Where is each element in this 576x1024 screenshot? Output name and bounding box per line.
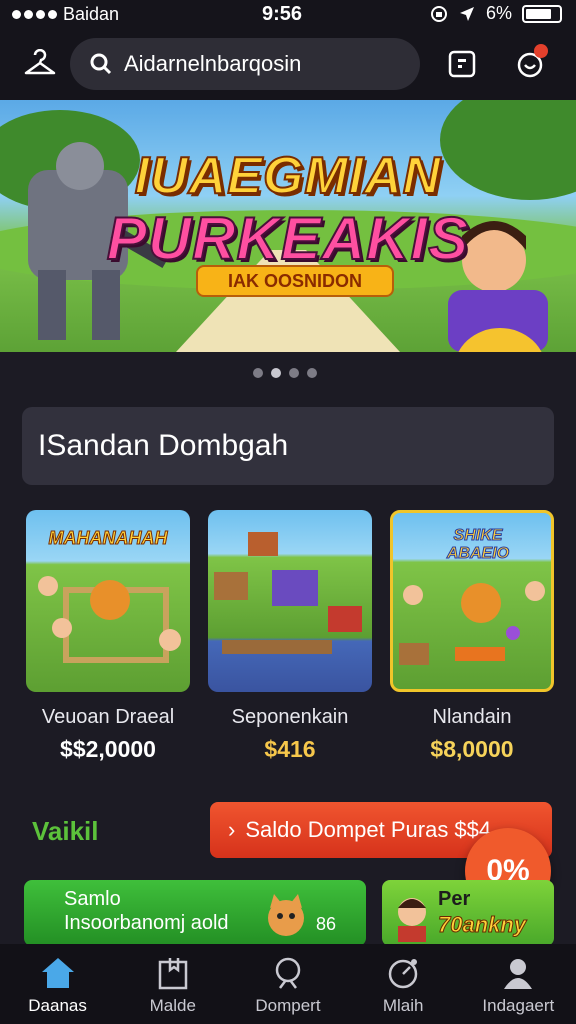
cat-mascot-icon [268,894,304,936]
game-thumbnail[interactable]: MAHANAHAH [26,510,190,692]
carrier-name: Baidan [63,4,120,24]
banner-title-line1: IUAEGMIAN [134,146,442,206]
game-thumbnail[interactable] [208,510,372,692]
game-price: $416 [264,736,316,762]
location-icon [459,6,474,21]
carousel-dot[interactable] [307,368,317,378]
game-card[interactable]: MAHANAHAH Veuoan Draeal $$2,0000 [26,510,190,762]
wallet-balance-label: Saldo Dompet Puras $$4 [245,817,492,842]
nav-item-indagaert[interactable]: Indagaert [461,944,576,1024]
game-price: $$2,0000 [60,736,156,762]
nav-item-mlaih[interactable]: Mlaih [346,944,461,1024]
promo-card[interactable]: Per 70ankny [382,880,554,946]
game-thumbnail-title: MAHANAHAH [48,528,168,549]
promo-card[interactable]: Samlo Insoorbanomj aold 86 [24,880,366,946]
notification-icon[interactable] [508,42,552,86]
game-name: Veuoan Draeal [41,706,175,728]
hanger-icon[interactable] [18,42,62,86]
carousel-indicator[interactable] [253,368,317,378]
top-header [0,28,576,100]
promo-card-line2: Insoorbanomj aold [64,912,229,934]
promo-card-line1: Samlo [64,888,121,910]
clock: 9:56 [262,3,303,25]
notification-badge [534,44,548,58]
battery-icon [522,4,562,23]
section-title: ISandan Dombgah [38,429,289,462]
carousel-dot[interactable] [253,368,263,378]
nav-label: Dompert [255,996,321,1015]
promo-banner[interactable]: IUAEGMIAN PURKEAKIS IAK OOSNIDON [0,100,576,352]
game-thumbnail-title: SHIKE ABAEIO [446,527,510,563]
home-icon [41,958,74,988]
nav-label: Indagaert [482,996,555,1015]
carrier: Baidan [12,4,119,25]
bottom-navigation: Daanas Malde Dompert Mlaih Indagaert [0,944,576,1024]
chevron-right-icon: › [228,817,236,842]
banner-title-line2: PURKEAKIS [106,204,470,273]
search-input[interactable] [124,51,384,77]
promo-count: 86 [316,914,337,934]
search-bar[interactable] [70,38,420,90]
search-icon [90,53,112,75]
carousel-dot-active[interactable] [271,368,281,378]
promo-card-line2: 70ankny [437,912,527,938]
status-bar: Baidan 9:56 6% [0,0,576,28]
profile-icon [504,959,533,989]
game-name: Seponenkain [231,706,349,728]
nav-label: Daanas [28,996,87,1015]
nav-label: Malde [149,996,196,1015]
nav-item-malde[interactable]: Malde [115,944,230,1024]
bookmark-icon [158,958,188,990]
battery-percent: 6% [485,3,512,23]
character-avatar-icon [398,898,426,942]
time-icon [388,959,418,989]
status-icons: 6% [430,3,562,24]
wallet-label: Vaikil [32,816,99,846]
game-price: $8,0000 [430,736,514,762]
banner-cta-button[interactable]: IAK OOSNIDON [196,265,394,297]
game-card[interactable]: SHIKE ABAEIO Nlandain $8,0000 [390,510,554,762]
promo-card-line1: Per [438,888,471,910]
game-card[interactable]: Seponenkain $416 [208,510,372,762]
nav-item-dompert[interactable]: Dompert [230,944,345,1024]
game-name: Nlandain [432,706,512,728]
scan-icon[interactable] [440,42,484,86]
search-person-icon [275,957,301,989]
lock-rotation-icon [430,5,447,22]
nav-item-home[interactable]: Daanas [0,944,115,1024]
nav-label: Mlaih [382,996,424,1015]
game-thumbnail[interactable]: SHIKE ABAEIO [390,510,554,692]
section-header: ISandan Dombgah [22,407,554,485]
signal-icon [12,10,57,19]
carousel-dot[interactable] [289,368,299,378]
